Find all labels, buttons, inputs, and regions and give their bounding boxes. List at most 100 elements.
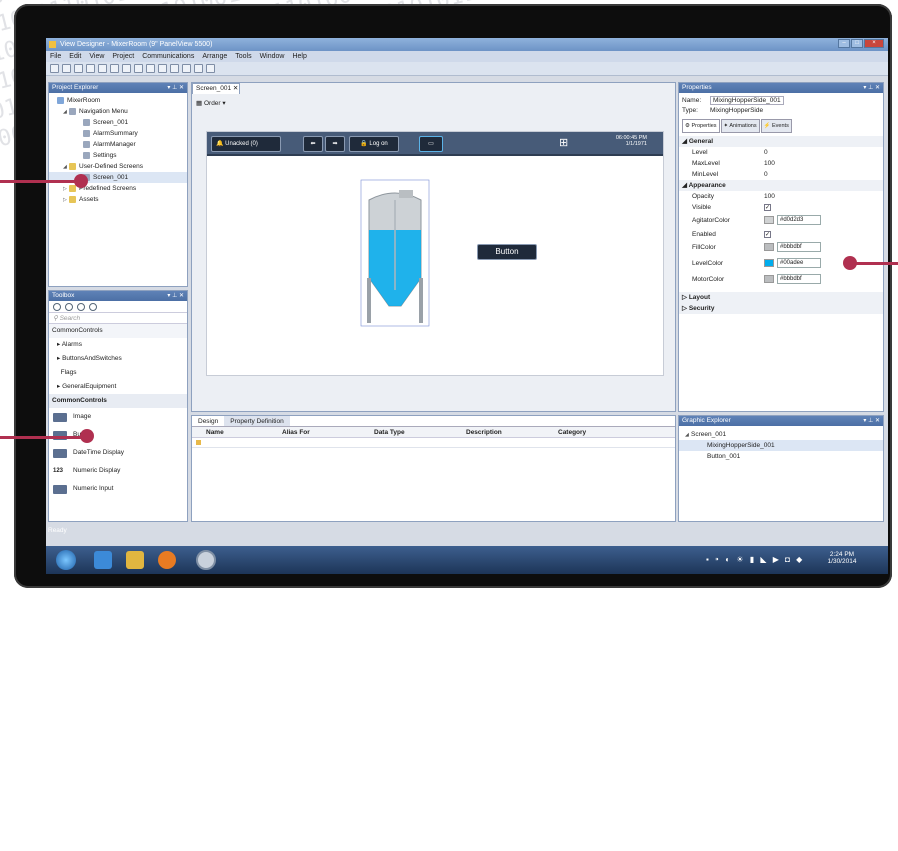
enabled-checkbox[interactable]: ✓ [764, 231, 771, 238]
group-icon[interactable] [182, 64, 191, 73]
close-button[interactable]: × [864, 39, 884, 48]
new-icon[interactable] [50, 64, 59, 73]
explorer-icon[interactable] [126, 551, 144, 569]
rectangle-icon[interactable] [77, 303, 85, 311]
menu-tools[interactable]: Tools [235, 51, 251, 62]
name-field[interactable]: MixingHopperSide_001 [710, 96, 784, 105]
tree-item-assets[interactable]: ▷ Assets [49, 194, 187, 205]
toolbox-category[interactable]: CommonControls [49, 324, 187, 338]
tab-design[interactable]: Design [192, 416, 225, 426]
view-designer-icon[interactable] [196, 550, 216, 570]
tool-image[interactable]: Image [49, 408, 187, 426]
order-dropdown[interactable]: ▦ Order ▾ [196, 99, 226, 107]
tree-item-alarm-manager[interactable]: AlarmManager [49, 139, 187, 150]
prop-row-agitatorcolor[interactable]: AgitatorColor #d0d2d3 [679, 213, 883, 229]
taskbar-clock[interactable]: 2:24 PM 1/30/2014 [822, 551, 862, 565]
ellipse-icon[interactable] [89, 303, 97, 311]
menu-help[interactable]: Help [292, 51, 306, 62]
pane-pin-icon[interactable]: ▾ ⊥ ✕ [167, 291, 184, 301]
tab-animations[interactable]: ✦ Animations [720, 119, 760, 133]
tree-item-settings[interactable]: Settings [49, 150, 187, 161]
zoom-icon[interactable] [194, 64, 203, 73]
forward-button[interactable]: ➡ [325, 136, 345, 152]
undo-icon[interactable] [122, 64, 131, 73]
ie-icon[interactable] [94, 551, 112, 569]
download-icon[interactable] [146, 64, 155, 73]
tab-screen[interactable]: Screen_001 ✕ [192, 83, 240, 94]
group-security[interactable]: ▷ Security [679, 303, 883, 314]
tree-item-predefined-screens[interactable]: ▷ Predefined Screens [49, 183, 187, 194]
mixing-hopper[interactable] [359, 178, 431, 328]
maximize-button[interactable]: □ [851, 39, 863, 48]
minimize-button[interactable]: – [838, 39, 850, 48]
prop-row-fillcolor[interactable]: FillColor #bbbdbf [679, 240, 883, 256]
upload-icon[interactable] [158, 64, 167, 73]
group-appearance[interactable]: ◢ Appearance [679, 180, 883, 191]
tool-numeric-display[interactable]: 123 Numeric Display [49, 462, 187, 480]
pointer-icon[interactable] [53, 303, 61, 311]
table-row[interactable] [192, 438, 675, 448]
save-icon[interactable] [74, 64, 83, 73]
tool-datetime-display[interactable]: DateTime Display [49, 444, 187, 462]
menu-view[interactable]: View [89, 51, 104, 62]
alarm-button[interactable]: 🔔 Unacked (0) [211, 136, 281, 152]
motor-color-field[interactable]: #bbbdbf [777, 274, 821, 285]
build-icon[interactable] [206, 64, 215, 73]
redo-icon[interactable] [134, 64, 143, 73]
prop-row-enabled[interactable]: Enabled ✓ [679, 229, 883, 240]
screen-button[interactable]: ▭ [419, 136, 443, 152]
cut-icon[interactable] [86, 64, 95, 73]
hmi-canvas[interactable]: 🔔 Unacked (0) ⬅ ➡ 🔒 Log on ▭ ⊞ 06:00:45 … [206, 131, 664, 376]
level-color-field[interactable]: #00adee [777, 258, 821, 269]
agitator-color-field[interactable]: #d0d2d3 [777, 215, 821, 226]
tray-icons[interactable]: ▪ ⁍ ◐ ☀ ▮ ◣ ▶ ◘ ◆ [706, 555, 804, 564]
group-general[interactable]: ◢ General [679, 136, 883, 147]
tab-property-definition[interactable]: Property Definition [224, 416, 290, 426]
toolbox-category[interactable]: Flags [49, 366, 187, 380]
toolbox-category[interactable]: ▸ GeneralEquipment [49, 380, 187, 394]
start-button[interactable] [56, 550, 76, 570]
prop-row-visible[interactable]: Visible ✓ [679, 202, 883, 213]
copy-icon[interactable] [98, 64, 107, 73]
prop-row-maxlevel[interactable]: MaxLevel 100 [679, 158, 883, 169]
toolbox-category[interactable]: ▸ Alarms [49, 338, 187, 352]
column-description[interactable]: Description [466, 427, 558, 437]
tool-button[interactable]: Button [49, 426, 187, 444]
graphic-item-hopper[interactable]: MixingHopperSide_001 [679, 440, 883, 451]
tab-events[interactable]: ⚡ Events [760, 119, 792, 133]
tree-item-alarm-summary[interactable]: AlarmSummary [49, 128, 187, 139]
tree-item-user-defined-screens[interactable]: ◢ User-Defined Screens [49, 161, 187, 172]
menu-edit[interactable]: Edit [69, 51, 81, 62]
back-button[interactable]: ⬅ [303, 136, 323, 152]
visible-checkbox[interactable]: ✓ [764, 204, 771, 211]
open-icon[interactable] [62, 64, 71, 73]
menu-arrange[interactable]: Arrange [202, 51, 227, 62]
prop-row-level[interactable]: Level 0 [679, 147, 883, 158]
prop-row-motorcolor[interactable]: MotorColor #bbbdbf [679, 272, 883, 288]
column-category[interactable]: Category [558, 427, 650, 437]
align-icon[interactable] [170, 64, 179, 73]
pane-pin-icon[interactable]: ▾ ⊥ ✕ [863, 83, 880, 93]
column-alias-for[interactable]: Alias For [282, 427, 374, 437]
tool-numeric-input[interactable]: Numeric Input [49, 480, 187, 498]
graphic-item-screen[interactable]: ◢ Screen_001 [679, 429, 883, 440]
menu-project[interactable]: Project [112, 51, 134, 62]
menu-file[interactable]: File [50, 51, 61, 62]
toolbox-category[interactable]: ▸ ButtonsAndSwitches [49, 352, 187, 366]
pane-pin-icon[interactable]: ▾ ⊥ ✕ [167, 83, 184, 93]
tree-item-project[interactable]: MixerRoom [49, 95, 187, 106]
prop-row-opacity[interactable]: Opacity 100 [679, 191, 883, 202]
column-name[interactable]: Name [192, 427, 282, 437]
tree-item-navigation-menu[interactable]: ◢ Navigation Menu [49, 106, 187, 117]
hmi-button[interactable]: Button [477, 244, 537, 260]
paste-icon[interactable] [110, 64, 119, 73]
column-data-type[interactable]: Data Type [374, 427, 466, 437]
menu-communications[interactable]: Communications [142, 51, 194, 62]
graphic-item-button[interactable]: Button_001 [679, 451, 883, 462]
menu-window[interactable]: Window [260, 51, 285, 62]
logon-button[interactable]: 🔒 Log on [349, 136, 399, 152]
pan-icon[interactable] [65, 303, 73, 311]
group-layout[interactable]: ▷ Layout [679, 292, 883, 303]
fill-color-field[interactable]: #bbbdbf [777, 242, 821, 253]
media-player-icon[interactable] [158, 551, 176, 569]
